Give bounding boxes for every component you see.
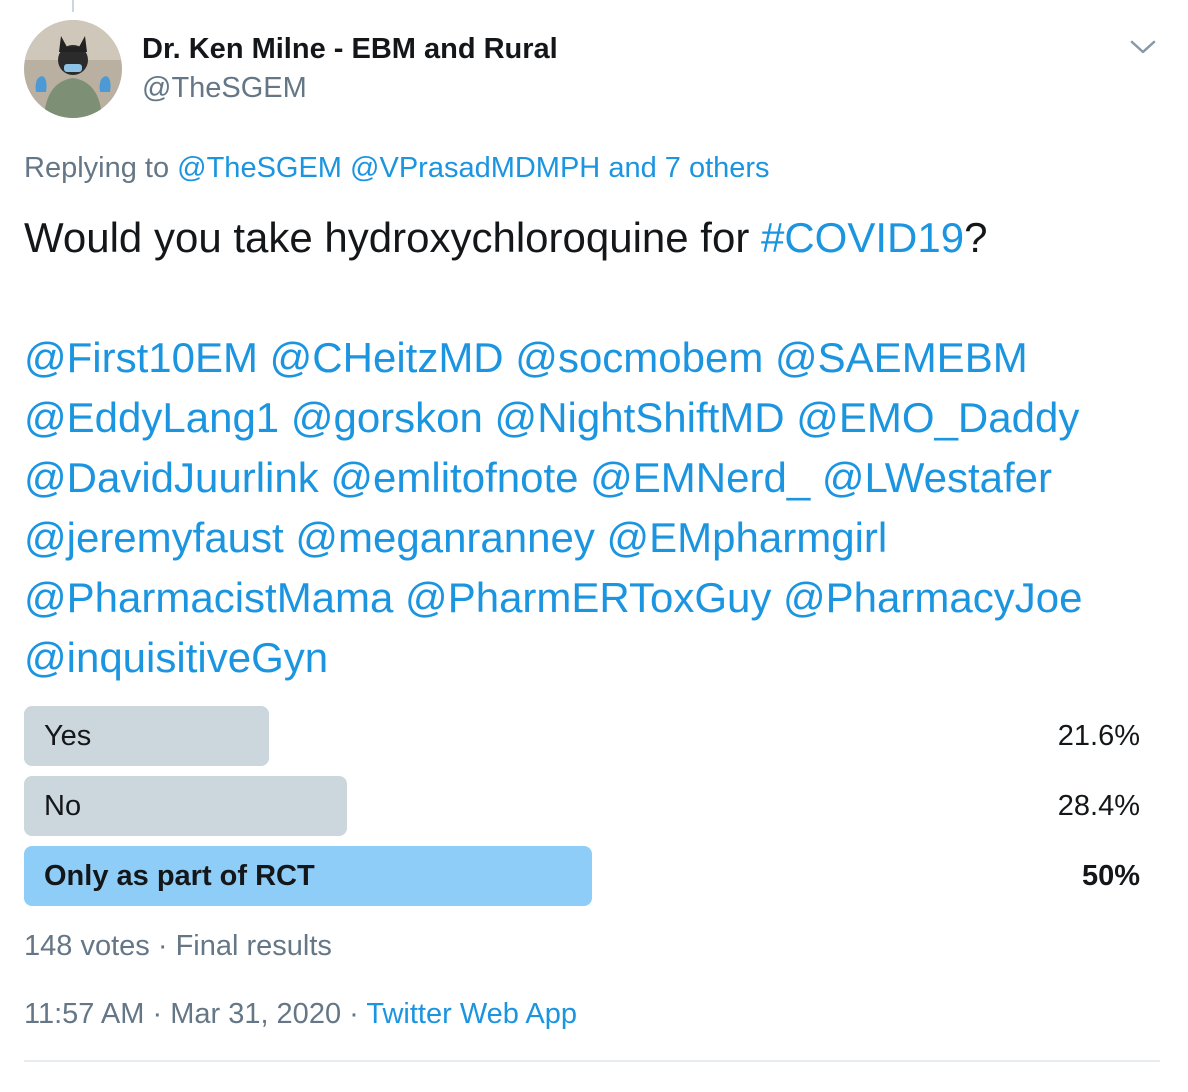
reply-others-link[interactable]: and 7 others <box>608 152 769 184</box>
poll-option-label: Only as part of RCT <box>44 860 315 892</box>
tweet-text: Would you take hydroxychloroquine for #C… <box>24 208 1174 688</box>
tweet-source-link[interactable]: Twitter Web App <box>366 998 577 1030</box>
poll-option: No 28.4% <box>24 776 1140 836</box>
mention-line[interactable]: @DavidJuurlink @emlitofnote @EMNerd_ @LW… <box>24 448 1174 508</box>
chevron-down-icon <box>1130 40 1156 54</box>
author-handle[interactable]: @TheSGEM <box>142 69 307 107</box>
replying-to: Replying to @TheSGEM @VPrasadMDMPH and 7… <box>24 150 770 186</box>
tweet-question-text: Would you take hydroxychloroquine for <box>24 214 761 261</box>
poll-status: Final results <box>175 930 332 962</box>
tweet-date[interactable]: Mar 31, 2020 <box>170 998 341 1030</box>
avatar-icon <box>24 20 122 118</box>
reply-mention[interactable]: @VPrasadMDMPH <box>350 152 600 184</box>
poll-option-percent: 21.6% <box>1057 720 1140 752</box>
author-name[interactable]: Dr. Ken Milne - EBM and Rural <box>142 30 558 68</box>
poll-vote-count: 148 votes <box>24 930 150 962</box>
poll-summary: 148 votes · Final results <box>24 928 332 964</box>
thread-connector-line <box>72 0 74 12</box>
mention-line[interactable]: @First10EM @CHeitzMD @socmobem @SAEMEBM <box>24 328 1174 388</box>
separator-dot: · <box>157 930 168 962</box>
tweet-time[interactable]: 11:57 AM <box>24 998 144 1030</box>
mention-line[interactable]: @jeremyfaust @meganranney @EMpharmgirl <box>24 508 1174 568</box>
poll-option: Only as part of RCT 50% <box>24 846 1140 906</box>
poll-option: Yes 21.6% <box>24 706 1140 766</box>
mention-line[interactable]: @EddyLang1 @gorskon @NightShiftMD @EMO_D… <box>24 388 1174 448</box>
poll-option-percent: 50% <box>1081 860 1140 892</box>
separator-dot: · <box>152 998 163 1030</box>
tweet-question: Would you take hydroxychloroquine for #C… <box>24 208 1174 268</box>
replying-to-label: Replying to <box>24 152 170 184</box>
mention-line[interactable]: @inquisitiveGyn <box>24 628 1174 688</box>
avatar[interactable] <box>24 20 122 118</box>
poll-option-label: Yes <box>44 720 92 752</box>
paragraph-break <box>24 268 1174 328</box>
tweet-menu-button[interactable] <box>1126 34 1160 60</box>
reply-mention[interactable]: @TheSGEM <box>177 152 342 184</box>
divider <box>24 1060 1160 1062</box>
mention-line[interactable]: @PharmacistMama @PharmERToxGuy @Pharmacy… <box>24 568 1174 628</box>
separator-dot: · <box>349 998 359 1030</box>
poll-option-label: No <box>44 790 82 822</box>
tweet-metadata: 11:57 AM · Mar 31, 2020 · Twitter Web Ap… <box>24 996 577 1032</box>
poll-option-percent: 28.4% <box>1057 790 1140 822</box>
hashtag-link[interactable]: #COVID19 <box>761 214 964 261</box>
tweet-question-mark: ? <box>964 214 988 261</box>
